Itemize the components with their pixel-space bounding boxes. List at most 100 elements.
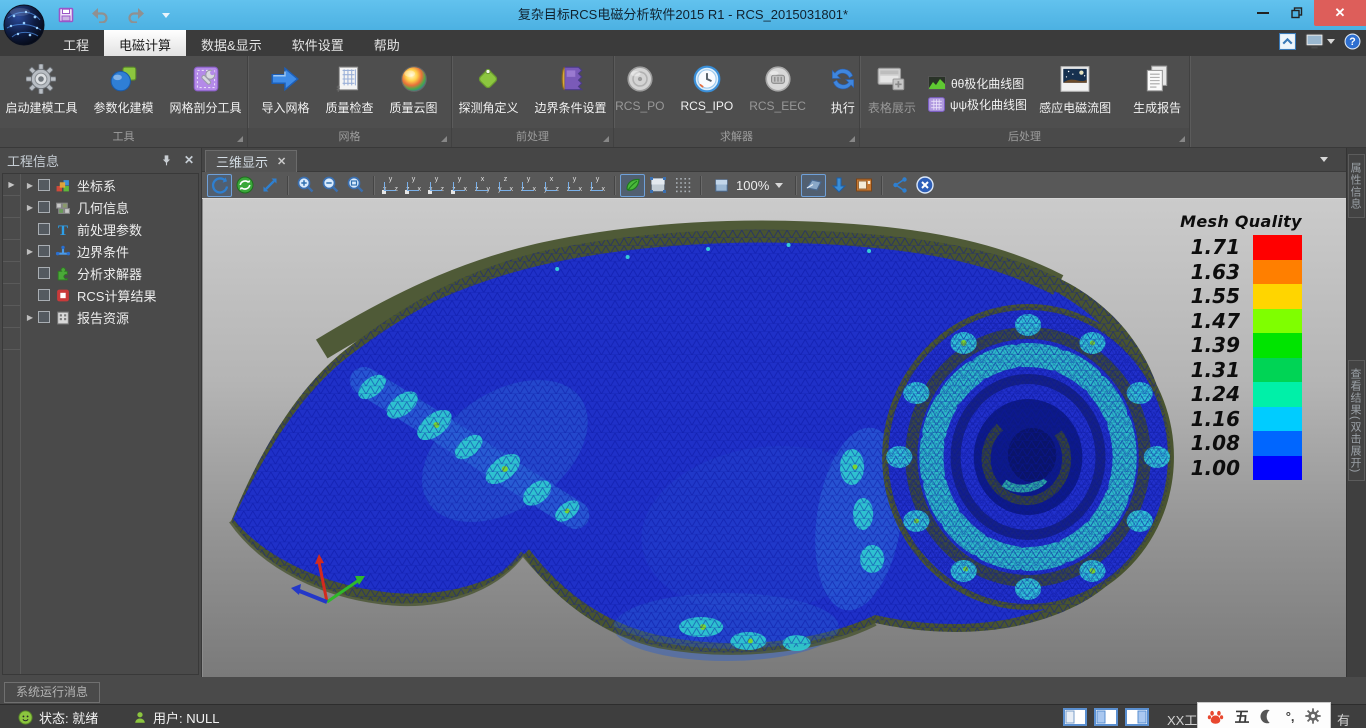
zoom-out-button[interactable]: [318, 174, 343, 197]
ime-settings-icon[interactable]: [1304, 707, 1322, 725]
ribbon-button-2-1[interactable]: 边界条件设置: [527, 59, 615, 128]
expand-arrow-icon[interactable]: ▶: [24, 181, 36, 190]
viewport-3d[interactable]: Mesh Quality 1.711.631.551.471.391.311.2…: [202, 199, 1346, 677]
ribbon-button-1-2[interactable]: 质量云图: [382, 59, 446, 128]
orbit-button[interactable]: [232, 174, 257, 197]
tree-item-6[interactable]: ▶报告资源: [21, 306, 198, 328]
restore-button[interactable]: [1280, 0, 1314, 26]
menu-tab-3[interactable]: 软件设置: [277, 30, 359, 56]
tree-item-0[interactable]: ▶坐标系: [21, 174, 198, 196]
rotate-button[interactable]: [207, 174, 232, 197]
view-orientation-button-7[interactable]: xyz: [540, 174, 563, 196]
tree-item-1[interactable]: ▶几何信息: [21, 196, 198, 218]
menu-tab-2[interactable]: 数据&显示: [186, 30, 277, 56]
screenshot-button[interactable]: [851, 174, 876, 197]
collapse-ribbon-icon[interactable]: [1279, 33, 1296, 50]
tree-checkbox[interactable]: [38, 311, 50, 323]
view-tab-bar: 三维显示 ✕: [202, 148, 1346, 172]
button-label: 参数化建模: [94, 99, 154, 116]
view-orientation-button-5[interactable]: zyx: [494, 174, 517, 196]
expand-arrow-icon[interactable]: ▶: [24, 247, 36, 256]
zoom-extents-button[interactable]: [257, 174, 282, 197]
app-logo-icon[interactable]: [2, 2, 46, 48]
menu-tab-1[interactable]: 电磁计算: [104, 30, 186, 56]
tree-grid-cell: ▶: [3, 174, 20, 196]
zoom-level-combo[interactable]: 100%: [706, 177, 790, 194]
menu-tab-4[interactable]: 帮助: [359, 30, 415, 56]
layout-right-panel-button[interactable]: [1125, 708, 1149, 726]
ribbon-button-0-2[interactable]: 网格剖分工具: [162, 59, 250, 128]
tab-system-messages[interactable]: 系统运行消息: [4, 682, 100, 703]
tab-list-dropdown-icon[interactable]: [1320, 157, 1328, 162]
minimize-button[interactable]: [1246, 0, 1280, 26]
tree-item-2[interactable]: T前处理参数: [21, 218, 198, 240]
button-label: RCS_EEC: [749, 99, 806, 113]
ribbon-button-0-1[interactable]: 参数化建模: [86, 59, 162, 128]
wireframe-button[interactable]: [670, 174, 695, 197]
pin-icon[interactable]: [161, 154, 172, 166]
ribbon-button-small-4-1[interactable]: θθ极化曲线图: [928, 75, 1027, 92]
panel-close-icon[interactable]: ✕: [184, 153, 194, 167]
view-orientation-button-6[interactable]: yzx: [517, 174, 540, 196]
ribbon-button-small-4-2[interactable]: ψψ极化曲线图: [928, 96, 1027, 113]
ribbon-button-3-1[interactable]: RCS_IPO: [673, 59, 742, 128]
layout-left-panel-button[interactable]: [1063, 708, 1087, 726]
ime-logo-icon[interactable]: [1206, 707, 1225, 726]
zoom-window-button[interactable]: [343, 174, 368, 197]
display-settings-icon[interactable]: [1305, 33, 1335, 50]
section-plane-button[interactable]: [801, 174, 826, 197]
legend-value: 1.47: [1180, 311, 1240, 331]
tab-3d-display[interactable]: 三维显示 ✕: [205, 150, 297, 172]
tree-checkbox[interactable]: [38, 179, 50, 191]
layout-split-panel-button[interactable]: [1094, 708, 1118, 726]
menu-tab-0[interactable]: 工程: [48, 30, 104, 56]
share-view-button[interactable]: [887, 174, 912, 197]
view-orientation-button-4[interactable]: xzy: [471, 174, 494, 196]
tab-close-icon[interactable]: ✕: [277, 155, 286, 168]
ime-mode-key[interactable]: 五: [1234, 706, 1249, 727]
ribbon-button-4-4[interactable]: 生成报告: [1125, 59, 1189, 128]
ribbon-group-label: 网格: [248, 128, 451, 147]
tree-checkbox[interactable]: [38, 201, 50, 213]
view-orientation-button-3[interactable]: yzx: [448, 174, 471, 196]
zoom-in-button[interactable]: [293, 174, 318, 197]
ribbon-button-4-3[interactable]: 感应电磁流图: [1031, 59, 1119, 128]
legend-value: 1.71: [1180, 237, 1240, 257]
drop-down-arrow-button[interactable]: [826, 174, 851, 197]
tree-item-3[interactable]: ▶边界条件: [21, 240, 198, 262]
tree-checkbox[interactable]: [38, 267, 50, 279]
smooth-shade-button[interactable]: [620, 174, 645, 197]
ribbon-group-label: 前处理: [452, 128, 613, 147]
ribbon-button-1-0[interactable]: 导入网格: [253, 59, 317, 128]
legend-value: 1.39: [1180, 335, 1240, 355]
ribbon-button-2-0[interactable]: 探测角定义: [450, 59, 526, 128]
view-orientation-button-1[interactable]: yzx: [402, 174, 425, 196]
flat-shade-button[interactable]: [645, 174, 670, 197]
ribbon-button-1-1[interactable]: 质量检查: [317, 59, 381, 128]
title-bar: 复杂目标RCS电磁分析软件2015 R1 - RCS_2015031801* ✕: [0, 0, 1366, 30]
tab-view-results[interactable]: 查看结果(双击展开): [1348, 360, 1365, 481]
tree-checkbox[interactable]: [38, 223, 50, 235]
close-view-button[interactable]: [912, 174, 937, 197]
ime-moon-icon[interactable]: [1259, 708, 1276, 725]
tree-checkbox[interactable]: [38, 289, 50, 301]
project-tree: ▶坐标系▶几何信息T前处理参数▶边界条件分析求解器RCS计算结果▶报告资源: [21, 174, 198, 674]
view-orientation-button-9[interactable]: yzx: [586, 174, 609, 196]
svg-text:?: ?: [1349, 36, 1355, 48]
tree-checkbox[interactable]: [38, 245, 50, 257]
help-icon[interactable]: ?: [1344, 33, 1361, 50]
view-toolbar: yxzyzxyxzyzxxzyzyxyzxxyzyzxyzx 100%: [202, 172, 1346, 199]
ribbon-button-0-0[interactable]: 启动建模工具: [0, 59, 86, 128]
tab-property-info[interactable]: 属性信息: [1348, 154, 1365, 218]
expand-arrow-icon[interactable]: ▶: [24, 203, 36, 212]
close-button[interactable]: ✕: [1314, 0, 1366, 26]
view-orientation-button-8[interactable]: yzx: [563, 174, 586, 196]
view-orientation-button-2[interactable]: yxz: [425, 174, 448, 196]
ime-toolbar: 五 °,: [1197, 702, 1331, 728]
zoom-level-value: 100%: [736, 178, 769, 193]
ime-punctuation-icon[interactable]: °,: [1286, 709, 1295, 724]
expand-arrow-icon[interactable]: ▶: [24, 313, 36, 322]
tree-item-5[interactable]: RCS计算结果: [21, 284, 198, 306]
tree-item-4[interactable]: 分析求解器: [21, 262, 198, 284]
view-orientation-button-0[interactable]: yxz: [379, 174, 402, 196]
